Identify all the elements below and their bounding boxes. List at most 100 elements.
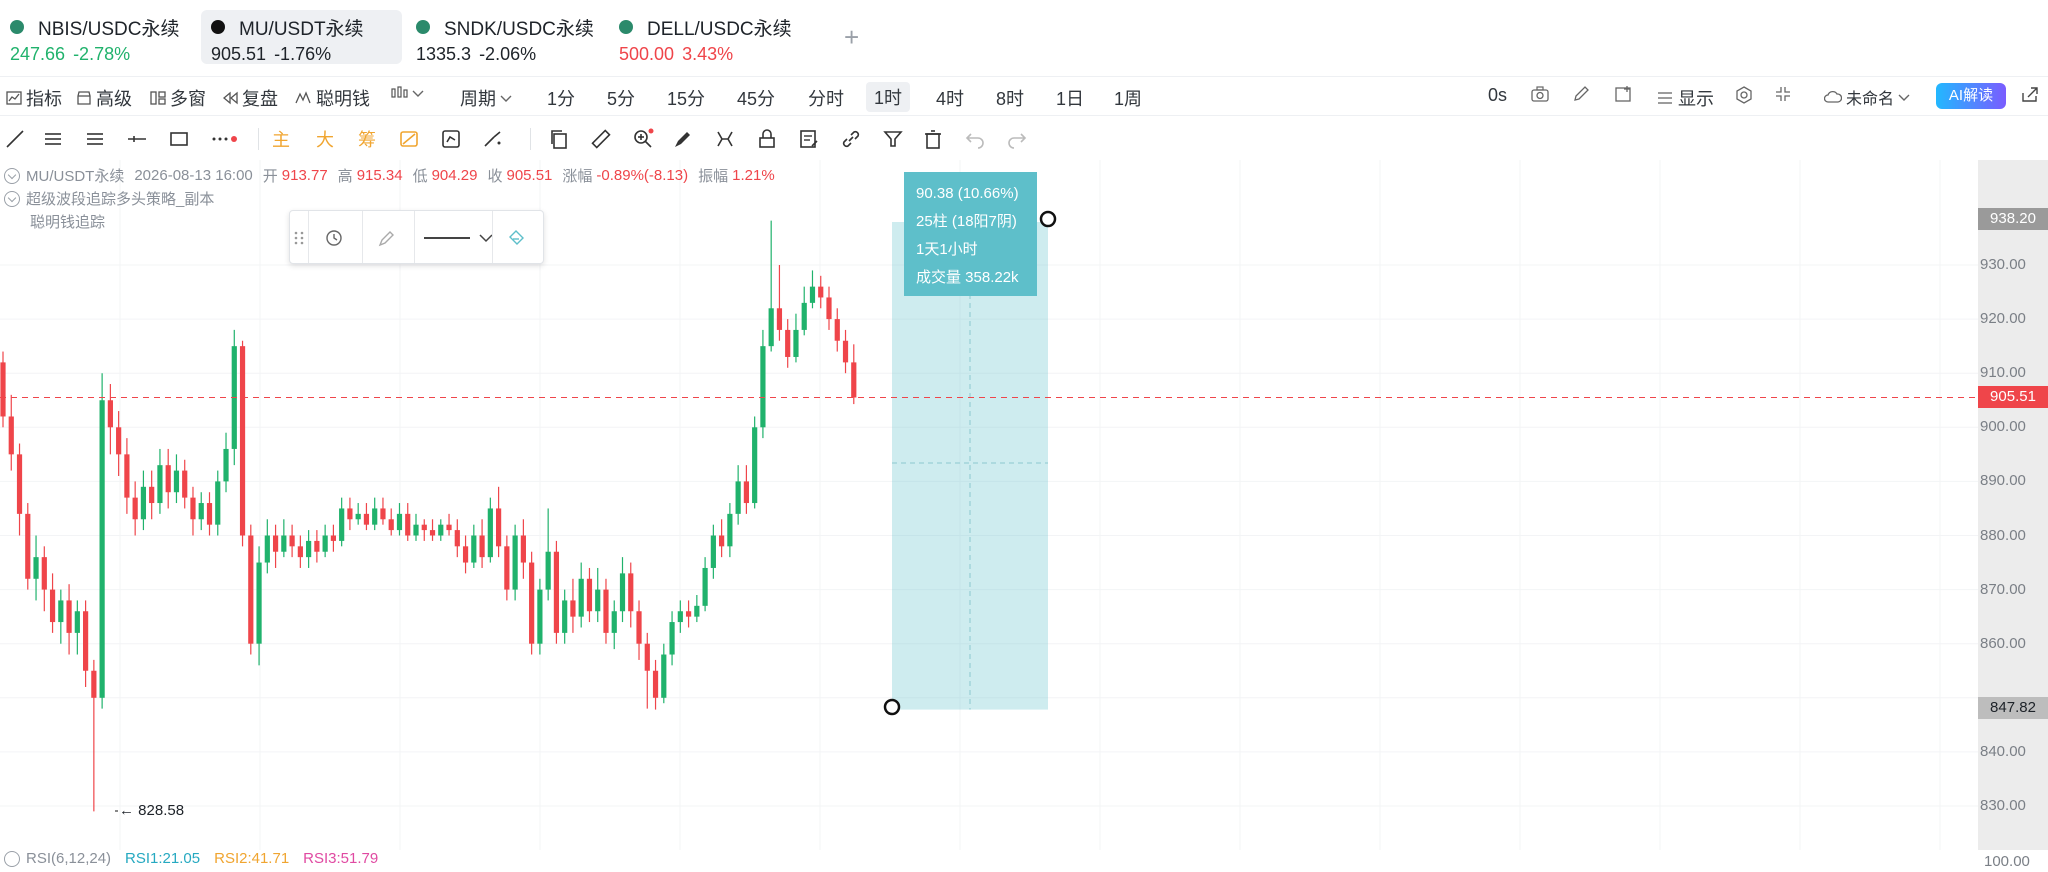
- candle-body: [471, 535, 477, 563]
- display-button[interactable]: 显示: [1656, 85, 1714, 111]
- line-style-preview[interactable]: [424, 237, 470, 239]
- magnet-icon[interactable]: [714, 128, 736, 150]
- interval-5m[interactable]: 5分: [607, 85, 635, 111]
- multi-window-button[interactable]: 多窗: [150, 85, 206, 111]
- big-order-icon[interactable]: 大: [316, 126, 338, 150]
- redo-icon[interactable]: [1006, 128, 1028, 150]
- candle-body: [116, 427, 122, 455]
- trash-icon[interactable]: [922, 128, 944, 150]
- tab-nbis[interactable]: NBIS/USDC永续 247.66 -2.78%: [0, 10, 190, 64]
- magic-brush-icon[interactable]: [482, 128, 504, 150]
- highlighter-icon[interactable]: [672, 128, 694, 150]
- interval-1m[interactable]: 1分: [547, 85, 575, 111]
- undo-icon[interactable]: [964, 128, 986, 150]
- dell-coin-icon: [619, 20, 633, 34]
- lock-icon[interactable]: [756, 128, 778, 150]
- collapse-toggle-icon[interactable]: [4, 190, 20, 207]
- candle-body: [264, 535, 270, 563]
- interval-1h[interactable]: 1时: [866, 82, 911, 112]
- indicators-button[interactable]: 指标: [6, 85, 62, 111]
- ruler-icon[interactable]: [590, 128, 612, 150]
- advanced-button[interactable]: 高级: [76, 85, 132, 111]
- candle-body: [685, 611, 692, 617]
- candle-body: [636, 611, 642, 644]
- collapse-toggle-icon[interactable]: [4, 850, 20, 867]
- candle-type-icon: [391, 86, 408, 98]
- tab-change: -2.78%: [73, 44, 131, 64]
- heatmap-icon[interactable]: [398, 128, 420, 150]
- main-toolbar: 指标 高级 多窗 复盘 聪明钱 周期 1分 5分 15分 45分 分时 1时 4…: [0, 76, 2048, 116]
- edit-list-icon[interactable]: [798, 128, 820, 150]
- interval-4h[interactable]: 4时: [936, 85, 964, 111]
- fullscreen-button[interactable]: [1774, 85, 1792, 103]
- drag-handle-icon[interactable]: [292, 229, 306, 247]
- new-window-icon: [1615, 86, 1631, 102]
- tab-dell[interactable]: DELL/USDC永续 500.00 3.43%: [609, 10, 809, 64]
- toolbar-divider: [258, 128, 259, 150]
- horizontal-lines-icon[interactable]: [42, 128, 64, 150]
- period-dropdown[interactable]: 周期: [460, 85, 512, 111]
- cloud-icon: [1824, 90, 1842, 103]
- interval-tick[interactable]: 分时: [808, 85, 844, 111]
- tab-symbol: DELL/USDC永续: [647, 18, 792, 40]
- template-icon[interactable]: [324, 227, 346, 249]
- interval-1w[interactable]: 1周: [1114, 85, 1142, 111]
- legend-symbol: MU/USDT永续: [26, 168, 125, 185]
- price-axis-label: 890.00: [1980, 472, 2026, 490]
- candle-body: [743, 481, 749, 504]
- candle-body: [281, 535, 287, 552]
- filter-icon[interactable]: [882, 128, 904, 150]
- replay-button[interactable]: 复盘: [222, 85, 278, 111]
- link-icon[interactable]: [840, 128, 862, 150]
- interval-8h[interactable]: 8时: [996, 85, 1024, 111]
- chip-distribution-icon[interactable]: 筹: [358, 126, 380, 150]
- candle-body: [198, 503, 204, 520]
- interval-45m[interactable]: 45分: [737, 85, 775, 111]
- replay-label: 复盘: [242, 89, 278, 109]
- line-color-icon[interactable]: [376, 227, 398, 249]
- tab-price: 905.51: [211, 44, 267, 64]
- candle-body: [0, 362, 6, 417]
- interval-1d[interactable]: 1日: [1056, 85, 1084, 111]
- copy-icon[interactable]: [548, 128, 570, 150]
- parallel-channel-icon[interactable]: [84, 128, 106, 150]
- screenshot-button[interactable]: [1530, 85, 1550, 103]
- candle-body: [669, 622, 675, 655]
- add-chart-button[interactable]: [1614, 85, 1634, 103]
- candle-body: [570, 600, 576, 617]
- candle-body: [322, 535, 328, 552]
- layout-dropdown[interactable]: 未命名: [1824, 85, 1910, 109]
- change-label: 涨幅: [562, 168, 593, 185]
- candle-body: [347, 508, 353, 520]
- horizontal-ray-icon[interactable]: [126, 128, 148, 150]
- sync-drawing-icon[interactable]: [440, 128, 462, 150]
- tab-sndk[interactable]: SNDK/USDC永续 1335.3 -2.06%: [406, 10, 606, 64]
- tab-symbol: SNDK/USDC永续: [444, 18, 594, 40]
- candle-body: [107, 400, 113, 428]
- settings-button[interactable]: [1734, 85, 1754, 105]
- collapse-icon: [1776, 87, 1790, 101]
- rectangle-icon[interactable]: [168, 128, 190, 150]
- candle-body: [760, 346, 766, 428]
- candle-body: [512, 535, 518, 590]
- candle-body: [603, 589, 609, 633]
- candle-body: [306, 540, 312, 558]
- chart-type-button[interactable]: [390, 85, 424, 101]
- interval-15m[interactable]: 15分: [667, 85, 705, 111]
- add-tab-button[interactable]: +: [844, 22, 859, 53]
- ai-analysis-button[interactable]: AI解读: [1936, 83, 2006, 109]
- zoom-in-icon[interactable]: [632, 128, 654, 150]
- fill-color-icon[interactable]: [506, 227, 528, 249]
- candle-body: [289, 535, 295, 547]
- main-chart-icon[interactable]: 主: [272, 126, 294, 150]
- smart-money-button[interactable]: 聪明钱: [294, 85, 370, 111]
- candle-body: [33, 557, 39, 579]
- candle-body: [801, 302, 807, 330]
- tab-mu[interactable]: MU/USDT永续 905.51 -1.76%: [201, 10, 402, 64]
- more-tools-icon[interactable]: [210, 128, 240, 150]
- trend-line-icon[interactable]: [4, 128, 26, 150]
- price-axis-label: 870.00: [1980, 580, 2026, 598]
- share-button[interactable]: [2020, 85, 2040, 103]
- collapse-toggle-icon[interactable]: [4, 167, 20, 184]
- draw-button[interactable]: [1572, 85, 1592, 103]
